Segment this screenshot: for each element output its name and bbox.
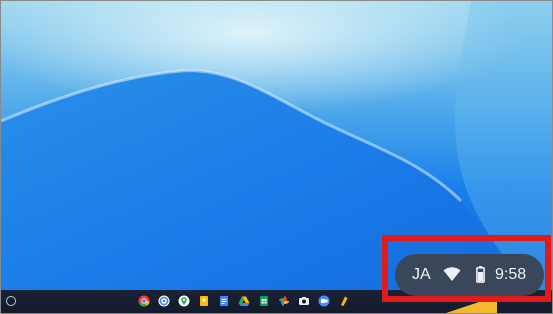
screenshot-frame: JA 9:58 [0,0,553,314]
photos-icon[interactable] [278,295,290,307]
drive-icon[interactable] [238,295,250,307]
status-tray-highlight-box [382,235,551,302]
launcher-button[interactable] [6,296,16,306]
maps-icon[interactable] [178,295,190,307]
keep-icon[interactable] [198,295,210,307]
sheets-icon[interactable] [258,295,270,307]
chrome-icon[interactable] [138,295,150,307]
camera-icon[interactable] [298,295,310,307]
docs-icon[interactable] [218,295,230,307]
meet-icon[interactable] [318,295,330,307]
files-icon[interactable] [338,295,350,307]
chrome-alt-icon[interactable] [158,295,170,307]
pointer-arrow-icon [446,302,497,313]
